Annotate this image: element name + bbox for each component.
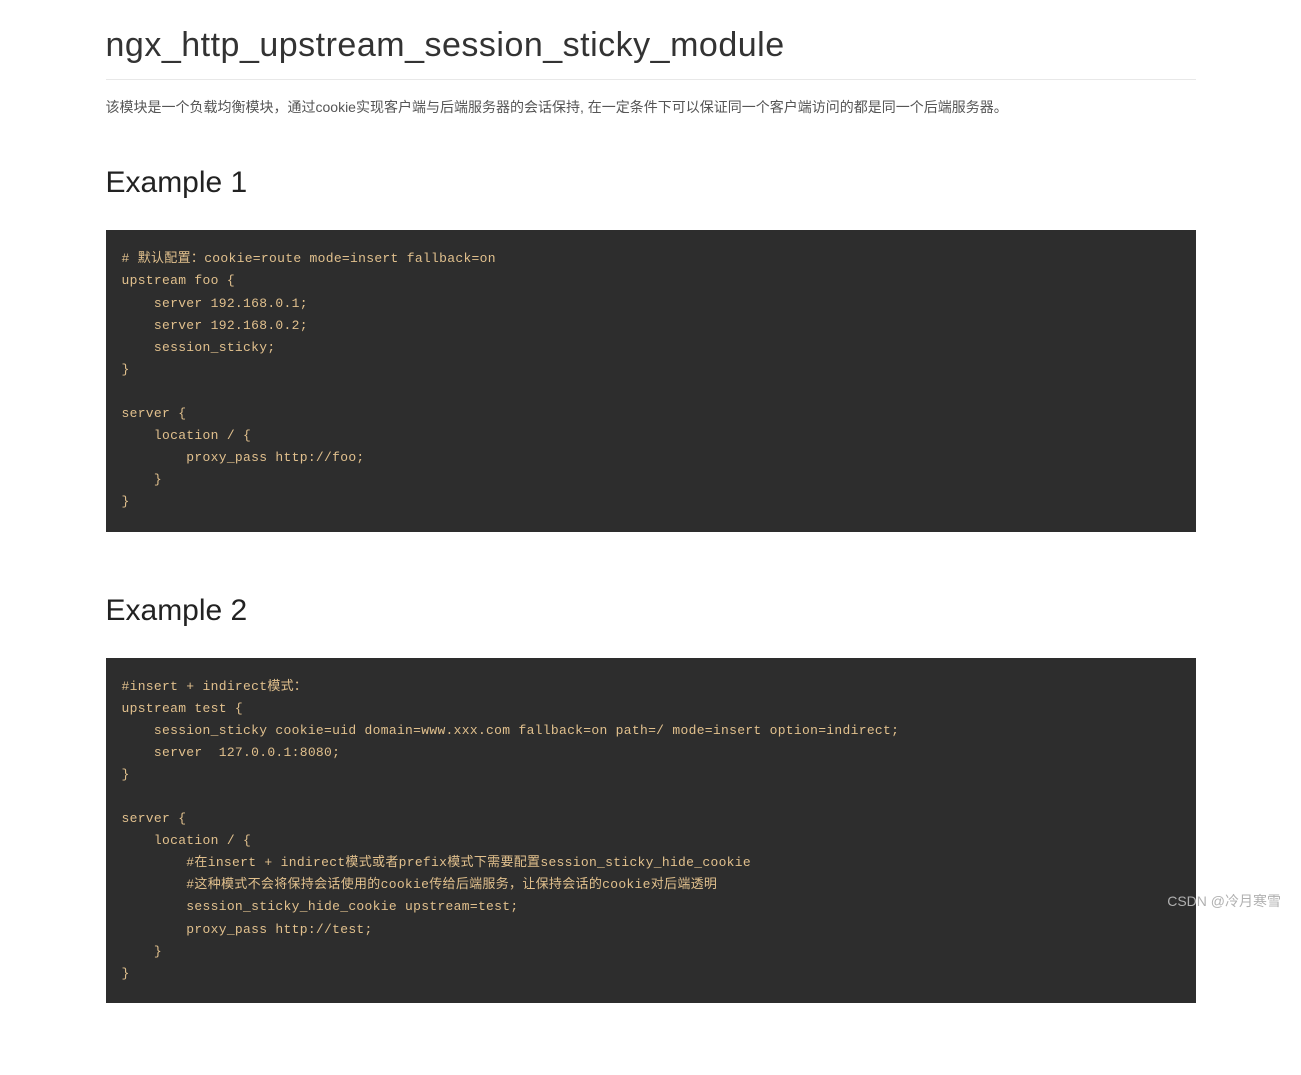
watermark: CSDN @冷月寒雪	[1167, 891, 1281, 911]
example-2-code[interactable]: #insert + indirect模式： upstream test { se…	[106, 658, 1196, 1003]
page-description: 该模块是一个负载均衡模块，通过cookie实现客户端与后端服务器的会话保持, 在…	[106, 96, 1196, 118]
title-divider	[106, 79, 1196, 80]
example-1-heading: Example 1	[106, 166, 1196, 200]
example-2-heading: Example 2	[106, 594, 1196, 628]
content-container: ngx_http_upstream_session_sticky_module …	[106, 0, 1196, 1075]
example-1-code[interactable]: # 默认配置：cookie=route mode=insert fallback…	[106, 230, 1196, 531]
page-title: ngx_http_upstream_session_sticky_module	[106, 26, 1196, 65]
